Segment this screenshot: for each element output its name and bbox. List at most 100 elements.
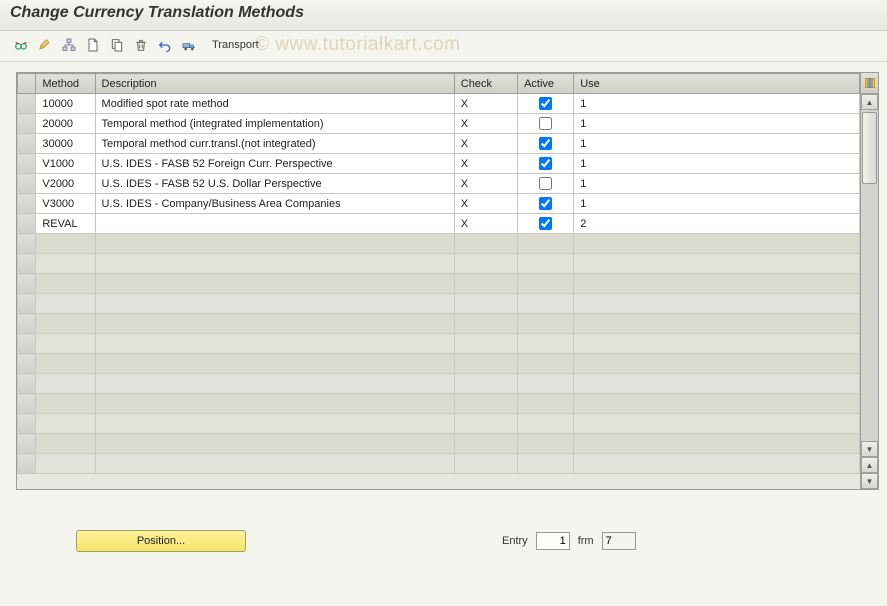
cell-active[interactable] bbox=[518, 154, 574, 174]
row-selector[interactable] bbox=[18, 174, 36, 194]
cell-check[interactable]: X bbox=[454, 154, 517, 174]
col-use[interactable]: Use bbox=[574, 74, 860, 94]
cell-method[interactable]: 10000 bbox=[36, 94, 95, 114]
active-checkbox[interactable] bbox=[539, 217, 552, 230]
row-selector[interactable] bbox=[18, 274, 36, 294]
cell-empty bbox=[518, 294, 574, 314]
cell-check[interactable]: X bbox=[454, 134, 517, 154]
cell-active[interactable] bbox=[518, 114, 574, 134]
row-selector[interactable] bbox=[18, 414, 36, 434]
cell-method[interactable]: 20000 bbox=[36, 114, 95, 134]
table-row[interactable]: V3000 U.S. IDES - Company/Business Area … bbox=[18, 194, 860, 214]
cell-check[interactable]: X bbox=[454, 114, 517, 134]
row-selector[interactable] bbox=[18, 254, 36, 274]
cell-use[interactable]: 1 bbox=[574, 94, 860, 114]
transport-truck-icon[interactable] bbox=[178, 35, 200, 55]
cell-active[interactable] bbox=[518, 214, 574, 234]
row-selector[interactable] bbox=[18, 454, 36, 474]
cell-description[interactable]: Temporal method (integrated implementati… bbox=[95, 114, 454, 134]
table-row[interactable]: REVAL X 2 bbox=[18, 214, 860, 234]
row-selector[interactable] bbox=[18, 434, 36, 454]
row-selector[interactable] bbox=[18, 394, 36, 414]
cell-use[interactable]: 1 bbox=[574, 174, 860, 194]
cell-check[interactable]: X bbox=[454, 194, 517, 214]
row-selector[interactable] bbox=[18, 214, 36, 234]
scroll-up-arrow-2[interactable]: ▲ bbox=[861, 457, 878, 473]
scroll-track[interactable] bbox=[861, 110, 878, 441]
scroll-down-arrow[interactable]: ▼ bbox=[861, 441, 878, 457]
table-row[interactable]: V1000 U.S. IDES - FASB 52 Foreign Curr. … bbox=[18, 154, 860, 174]
row-selector[interactable] bbox=[18, 234, 36, 254]
active-checkbox[interactable] bbox=[539, 117, 552, 130]
cell-active[interactable] bbox=[518, 134, 574, 154]
cell-method[interactable]: V3000 bbox=[36, 194, 95, 214]
configure-columns-icon[interactable] bbox=[861, 73, 878, 94]
cell-method[interactable]: V2000 bbox=[36, 174, 95, 194]
glasses-detail-icon[interactable] bbox=[10, 35, 32, 55]
active-checkbox[interactable] bbox=[539, 157, 552, 170]
table-row-empty bbox=[18, 294, 860, 314]
row-selector[interactable] bbox=[18, 154, 36, 174]
table-row[interactable]: V2000 U.S. IDES - FASB 52 U.S. Dollar Pe… bbox=[18, 174, 860, 194]
scroll-down-arrow-2[interactable]: ▼ bbox=[861, 473, 878, 489]
active-checkbox[interactable] bbox=[539, 97, 552, 110]
position-button[interactable]: Position... bbox=[76, 530, 246, 552]
table-row[interactable]: 10000 Modified spot rate method X 1 bbox=[18, 94, 860, 114]
row-selector[interactable] bbox=[18, 94, 36, 114]
cell-check[interactable]: X bbox=[454, 214, 517, 234]
col-method[interactable]: Method bbox=[36, 74, 95, 94]
col-description[interactable]: Description bbox=[95, 74, 454, 94]
row-selector[interactable] bbox=[18, 134, 36, 154]
cell-description[interactable] bbox=[95, 214, 454, 234]
col-check[interactable]: Check bbox=[454, 74, 517, 94]
active-checkbox[interactable] bbox=[539, 177, 552, 190]
cell-empty bbox=[574, 354, 860, 374]
hierarchy-icon[interactable] bbox=[58, 35, 80, 55]
row-selector[interactable] bbox=[18, 194, 36, 214]
cell-check[interactable]: X bbox=[454, 174, 517, 194]
cell-empty bbox=[518, 274, 574, 294]
row-selector[interactable] bbox=[18, 354, 36, 374]
row-selector[interactable] bbox=[18, 314, 36, 334]
row-selector[interactable] bbox=[18, 114, 36, 134]
col-active[interactable]: Active bbox=[518, 74, 574, 94]
scroll-thumb[interactable] bbox=[862, 112, 877, 184]
table-row[interactable]: 20000 Temporal method (integrated implem… bbox=[18, 114, 860, 134]
cell-use[interactable]: 1 bbox=[574, 114, 860, 134]
cell-empty bbox=[454, 414, 517, 434]
pencil-edit-icon[interactable] bbox=[34, 35, 56, 55]
cell-active[interactable] bbox=[518, 194, 574, 214]
cell-description[interactable]: U.S. IDES - FASB 52 U.S. Dollar Perspect… bbox=[95, 174, 454, 194]
copy-icon[interactable] bbox=[106, 35, 128, 55]
cell-use[interactable]: 1 bbox=[574, 134, 860, 154]
cell-use[interactable]: 1 bbox=[574, 194, 860, 214]
active-checkbox[interactable] bbox=[539, 197, 552, 210]
cell-use[interactable]: 2 bbox=[574, 214, 860, 234]
cell-check[interactable]: X bbox=[454, 94, 517, 114]
table-row[interactable]: 30000 Temporal method curr.transl.(not i… bbox=[18, 134, 860, 154]
active-checkbox[interactable] bbox=[539, 137, 552, 150]
cell-method[interactable]: 30000 bbox=[36, 134, 95, 154]
row-selector[interactable] bbox=[18, 334, 36, 354]
cell-method[interactable]: REVAL bbox=[36, 214, 95, 234]
scroll-up-arrow[interactable]: ▲ bbox=[861, 94, 878, 110]
cell-description[interactable]: U.S. IDES - FASB 52 Foreign Curr. Perspe… bbox=[95, 154, 454, 174]
cell-active[interactable] bbox=[518, 174, 574, 194]
cell-empty bbox=[95, 394, 454, 414]
vertical-scrollbar[interactable]: ▲ ▼ ▲ ▼ bbox=[860, 73, 878, 489]
delete-icon[interactable] bbox=[130, 35, 152, 55]
entry-current-input[interactable] bbox=[536, 532, 570, 550]
undo-icon[interactable] bbox=[154, 35, 176, 55]
cell-method[interactable]: V1000 bbox=[36, 154, 95, 174]
new-document-icon[interactable] bbox=[82, 35, 104, 55]
transport-button[interactable]: Transport bbox=[206, 37, 265, 53]
cell-description[interactable]: Temporal method curr.transl.(not integra… bbox=[95, 134, 454, 154]
row-selector[interactable] bbox=[18, 374, 36, 394]
cell-use[interactable]: 1 bbox=[574, 154, 860, 174]
row-selector-header[interactable] bbox=[18, 74, 36, 94]
table-row-empty bbox=[18, 414, 860, 434]
cell-active[interactable] bbox=[518, 94, 574, 114]
cell-description[interactable]: U.S. IDES - Company/Business Area Compan… bbox=[95, 194, 454, 214]
cell-description[interactable]: Modified spot rate method bbox=[95, 94, 454, 114]
row-selector[interactable] bbox=[18, 294, 36, 314]
